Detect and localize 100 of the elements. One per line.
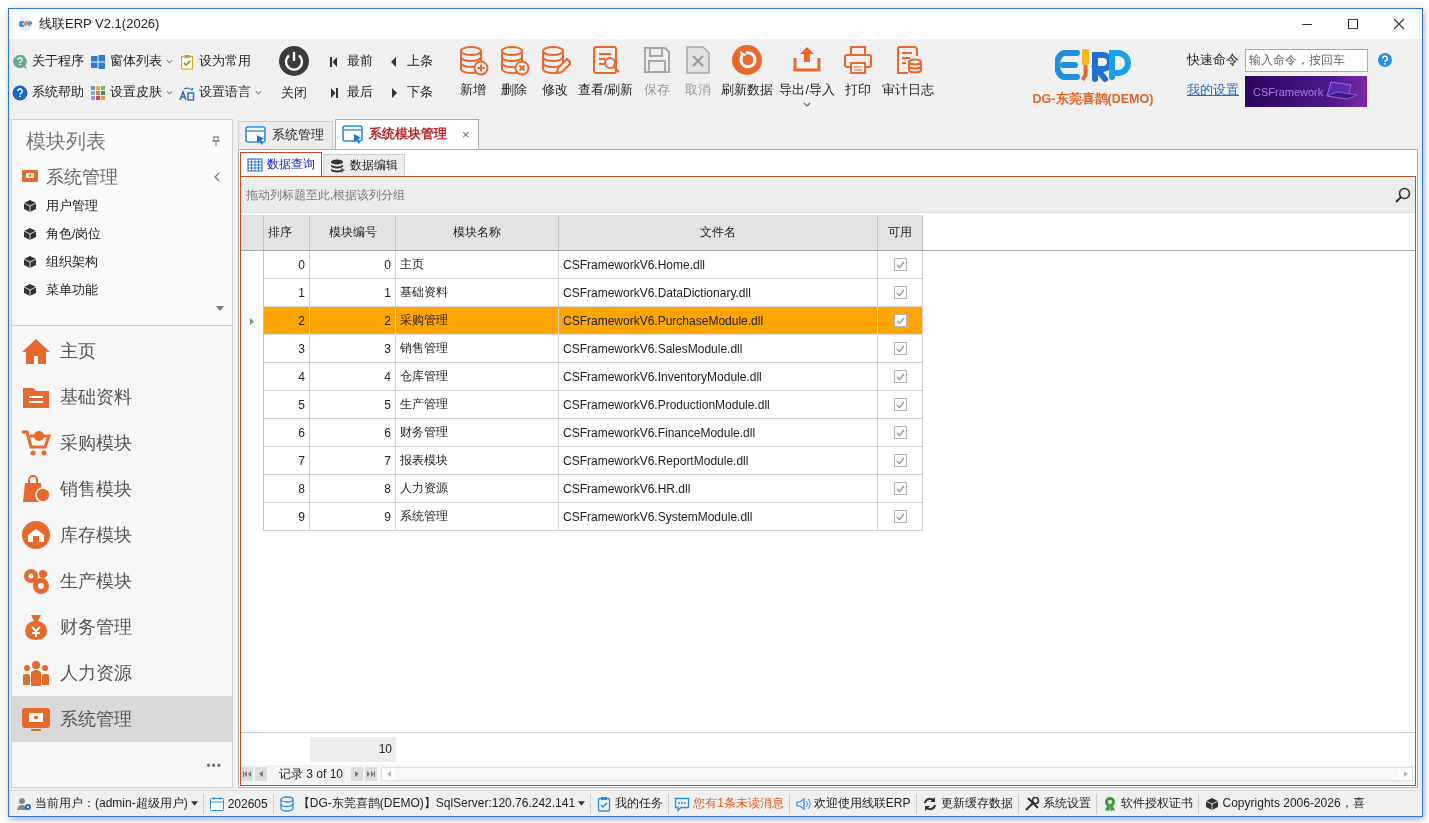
toolbar-button[interactable]: 刷新数据 (718, 39, 777, 115)
settings-link[interactable]: 我的设置 (1186, 81, 1244, 99)
table-cell[interactable]: 系统管理 (396, 503, 559, 531)
column-header[interactable]: 模块编号 (310, 215, 396, 250)
toolbar-button[interactable]: 设置皮肤 (90, 77, 173, 108)
status-item[interactable]: 我的任务 (591, 793, 670, 814)
table-cell[interactable]: 3 (264, 335, 310, 363)
module-item[interactable]: 系统管理 (12, 696, 232, 742)
tab[interactable]: 数据编辑 (323, 154, 405, 176)
status-item[interactable]: 欢迎使用线联ERP (789, 793, 917, 814)
table-cell[interactable]: CSFrameworkV6.HR.dll (559, 475, 878, 503)
status-item[interactable]: 当前用户：(admin-超级用户) (11, 793, 204, 814)
checkbox[interactable] (893, 510, 907, 523)
checkbox[interactable] (893, 482, 907, 495)
toolbar-button[interactable]: 新增 (452, 39, 493, 115)
table-cell[interactable]: CSFrameworkV6.FinanceModule.dll (559, 419, 878, 447)
table-row[interactable]: 3 3 销售管理 CSFrameworkV6.SalesModule.dll (241, 335, 1415, 363)
table-cell[interactable]: 0 (264, 251, 310, 279)
table-cell[interactable]: 3 (310, 335, 396, 363)
banner[interactable]: CSFramework (1244, 76, 1367, 107)
checkbox[interactable] (893, 454, 907, 467)
checkbox[interactable] (893, 258, 907, 271)
checkbox[interactable] (893, 342, 907, 355)
module-item[interactable]: 基础资料 (12, 374, 232, 420)
pager-button[interactable] (365, 767, 378, 781)
tab[interactable]: 系统模块管理 × (335, 119, 479, 149)
table-cell[interactable]: 生产管理 (396, 391, 559, 419)
module-item[interactable]: 人力资源 (12, 650, 232, 696)
table-cell[interactable]: 财务管理 (396, 419, 559, 447)
table-cell[interactable]: 人力资源 (396, 475, 559, 503)
column-header[interactable]: 可用 (878, 215, 923, 250)
table-cell[interactable]: 9 (264, 503, 310, 531)
table-row[interactable]: 5 5 生产管理 CSFrameworkV6.ProductionModule.dll (241, 391, 1415, 419)
table-cell[interactable]: 仓库管理 (396, 363, 559, 391)
tree-group[interactable]: 系统管理 (12, 162, 232, 192)
checkbox[interactable] (893, 286, 907, 299)
nav-button[interactable]: 最前 (326, 46, 386, 77)
status-item[interactable]: 系统设置 (1018, 793, 1097, 814)
table-cell[interactable]: 5 (264, 391, 310, 419)
tree-item[interactable]: 菜单功能 (12, 276, 232, 304)
tab[interactable]: 数据查询 (240, 152, 322, 176)
table-row[interactable]: 4 4 仓库管理 CSFrameworkV6.InventoryModule.dll (241, 363, 1415, 391)
toolbar-button[interactable]: 关于程序 (12, 46, 84, 77)
status-item[interactable]: 更新缓存数据 (916, 793, 1019, 814)
tab-close-button[interactable]: × (462, 127, 470, 142)
table-cell[interactable]: CSFrameworkV6.InventoryModule.dll (559, 363, 878, 391)
toolbar-button[interactable]: 修改 (534, 39, 575, 115)
table-cell[interactable]: 主页 (396, 251, 559, 279)
table-cell[interactable]: 6 (310, 419, 396, 447)
table-cell[interactable]: 5 (310, 391, 396, 419)
table-cell[interactable]: 7 (310, 447, 396, 475)
module-item[interactable]: 销售模块 (12, 466, 232, 512)
pager-button[interactable] (351, 767, 364, 781)
table-cell[interactable]: 9 (310, 503, 396, 531)
status-item[interactable]: 202605 (203, 793, 274, 814)
table-row[interactable]: 7 7 报表模块 CSFrameworkV6.ReportModule.dll (241, 447, 1415, 475)
toolbar-button[interactable]: 设为常用 (179, 46, 251, 77)
module-item[interactable]: 生产模块 (12, 558, 232, 604)
checkbox[interactable] (893, 314, 907, 327)
nav-button[interactable]: 最后 (326, 77, 386, 108)
toolbar-button[interactable]: 查看/刷新 (575, 39, 637, 115)
table-row[interactable]: 6 6 财务管理 CSFrameworkV6.FinanceModule.dll (241, 419, 1415, 447)
table-cell[interactable]: 销售管理 (396, 335, 559, 363)
more-button[interactable]: ••• (12, 759, 232, 787)
table-cell[interactable]: CSFrameworkV6.SystemModule.dll (559, 503, 878, 531)
horizontal-scrollbar[interactable] (381, 767, 1413, 781)
table-cell[interactable]: CSFrameworkV6.Home.dll (559, 251, 878, 279)
toolbar-button[interactable]: 导出/导入 (776, 39, 838, 115)
column-header[interactable]: 文件名 (559, 215, 878, 250)
toolbar-button[interactable]: 打印 (837, 39, 879, 115)
table-cell[interactable]: CSFrameworkV6.PurchaseModule.dll (559, 307, 878, 335)
table-cell[interactable]: 0 (310, 251, 396, 279)
toolbar-button[interactable]: 审计日志 (878, 39, 937, 115)
table-cell[interactable]: 采购管理 (396, 307, 559, 335)
module-item[interactable]: 主页 (12, 328, 232, 374)
toolbar-button[interactable]: 窗体列表 (90, 46, 173, 77)
toolbar-button[interactable]: 系统帮助 (12, 77, 84, 108)
table-cell[interactable]: 4 (264, 363, 310, 391)
status-item[interactable]: 【DG-东莞喜鹊(DEMO)】SqlServer:120.76.242.141 (273, 793, 592, 814)
table-cell[interactable]: 8 (310, 475, 396, 503)
table-cell[interactable]: CSFrameworkV6.ProductionModule.dll (559, 391, 878, 419)
table-row[interactable]: 0 0 主页 CSFrameworkV6.Home.dll (241, 251, 1415, 279)
module-item[interactable]: 库存模块 (12, 512, 232, 558)
module-item[interactable]: 采购模块 (12, 420, 232, 466)
tree-item[interactable]: 角色/岗位 (12, 220, 232, 248)
quick-command-field[interactable]: 输入命令，按回车 (1244, 48, 1368, 72)
column-header[interactable]: 排序 (264, 215, 310, 250)
checkbox[interactable] (893, 426, 907, 439)
table-cell[interactable]: 2 (264, 307, 310, 335)
tree-item[interactable]: 组织架构 (12, 248, 232, 276)
column-header[interactable]: 模块名称 (396, 215, 559, 250)
table-cell[interactable]: 报表模块 (396, 447, 559, 475)
close-module-button[interactable]: 关闭 (274, 39, 314, 115)
tree-item[interactable]: 用户管理 (12, 192, 232, 220)
checkbox[interactable] (893, 370, 907, 383)
status-item[interactable]: 软件授权证书 (1096, 793, 1199, 814)
nav-button[interactable]: 下条 (386, 77, 446, 108)
table-cell[interactable]: 7 (264, 447, 310, 475)
table-row[interactable]: 9 9 系统管理 CSFrameworkV6.SystemModule.dll (241, 503, 1415, 531)
table-cell[interactable]: 8 (264, 475, 310, 503)
